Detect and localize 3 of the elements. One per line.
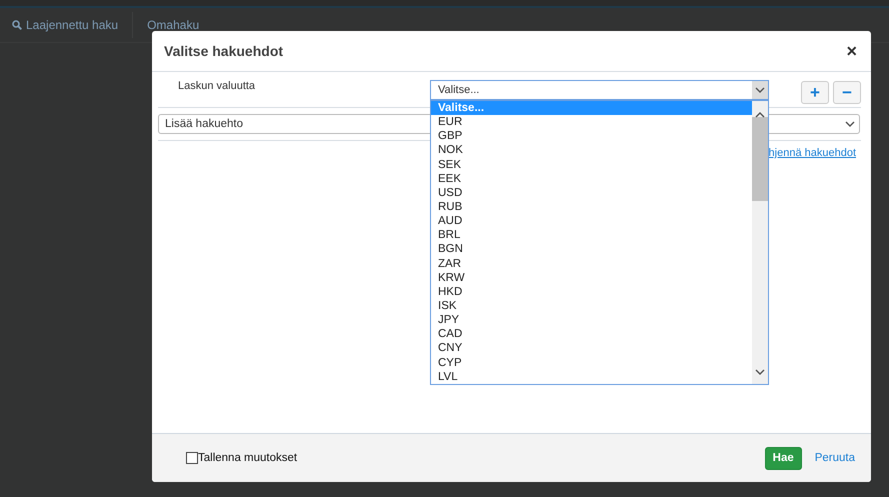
dialog-title: Valitse hakuehdot bbox=[164, 43, 284, 59]
condition-label: Laskun valuutta bbox=[178, 80, 256, 92]
checkbox-label: Tallenna muutokset bbox=[198, 452, 298, 464]
